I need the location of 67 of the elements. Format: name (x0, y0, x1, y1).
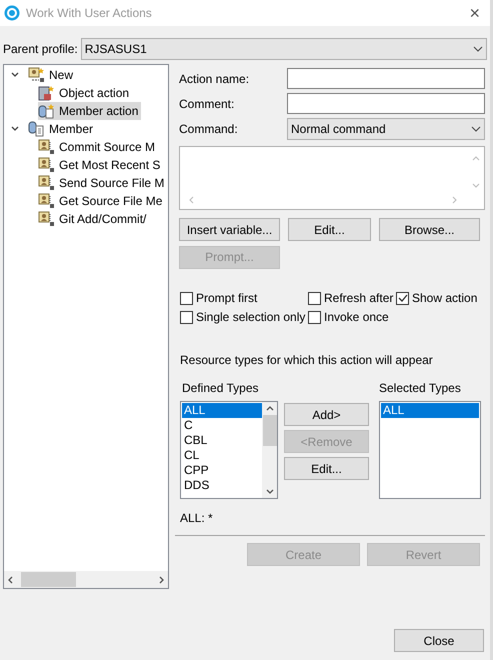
command-button[interactable]: Insert variable... (179, 218, 280, 241)
user-action-icon (38, 157, 56, 173)
horizontal-scrollbar[interactable] (4, 571, 168, 588)
user-action-icon (38, 193, 56, 209)
tree-item[interactable]: Git Add/Commit/ (38, 210, 150, 228)
type-button[interactable]: Edit... (284, 457, 369, 480)
list-item[interactable]: DDS (182, 478, 262, 493)
object-action-icon (38, 85, 56, 101)
list-item[interactable]: ALL (381, 403, 479, 418)
app-logo-icon (4, 5, 20, 21)
scrollbar-thumb[interactable] (262, 415, 276, 446)
scroll-left-icon (188, 196, 194, 204)
tree-item[interactable]: Member action (38, 102, 142, 120)
scroll-up-icon[interactable] (266, 405, 274, 411)
close-window-button[interactable]: × (469, 4, 480, 22)
list-heading: Selected Types (379, 380, 462, 397)
types-summary: ALL: * (180, 510, 214, 527)
member-action-icon (38, 103, 56, 119)
action-name-field[interactable] (287, 68, 485, 89)
tree-item[interactable]: Object action (38, 84, 132, 102)
scrollbar-thumb[interactable] (21, 572, 76, 587)
list-item[interactable]: CL (182, 448, 262, 463)
option-checkbox[interactable]: Single selection only (180, 308, 308, 326)
tree-item[interactable]: New (28, 66, 76, 84)
tree-item[interactable]: Get Most Recent S (38, 156, 164, 174)
field-label: Comment: (179, 96, 236, 112)
option-checkbox[interactable]: Invoke once (308, 308, 396, 326)
dropdown-caret-icon (471, 126, 481, 132)
type-button[interactable]: Add> (284, 403, 369, 426)
user-action-icon (38, 211, 56, 227)
scroll-right-icon (452, 196, 458, 204)
section-heading: Resource types for which this action will appear (180, 352, 434, 369)
member-icon (28, 121, 46, 137)
list-item[interactable]: CBL (182, 433, 262, 448)
command-text-area[interactable] (179, 146, 485, 210)
field-label: Action name: (179, 70, 250, 88)
checkmark-icon (398, 293, 408, 303)
tree-item[interactable]: Member (28, 120, 96, 138)
tree-item[interactable]: Get Source File Me (38, 192, 166, 210)
scroll-right-icon[interactable] (157, 576, 165, 584)
option-checkbox[interactable]: Show action (396, 289, 485, 307)
user-action-icon (38, 139, 56, 155)
list-item[interactable]: C (182, 418, 262, 433)
scroll-left-icon[interactable] (7, 576, 15, 584)
tree-item[interactable]: Commit Source M (38, 138, 158, 156)
user-action-icon (38, 175, 56, 191)
vertical-scrollbar[interactable] (262, 402, 277, 498)
field-label: Command: (179, 121, 239, 138)
option-checkbox[interactable]: Refresh after (308, 289, 396, 307)
dropdown-caret-icon (473, 46, 483, 52)
scroll-down-icon[interactable] (266, 489, 274, 495)
comment-field[interactable] (287, 93, 485, 114)
window-title: Work With User Actions (26, 5, 152, 22)
list-item[interactable]: ALL (182, 403, 262, 418)
command-type-dropdown[interactable]: Normal command (287, 118, 485, 140)
command-button[interactable]: Edit... (288, 218, 371, 241)
scroll-up-icon (472, 155, 480, 161)
command-button[interactable]: Browse... (379, 218, 480, 241)
list-item[interactable]: CPP (182, 463, 262, 478)
list-heading: Defined Types (182, 380, 260, 397)
scroll-down-icon (472, 183, 480, 189)
tree-item[interactable]: Send Source File M (38, 174, 168, 192)
option-checkbox[interactable]: Prompt first (180, 289, 308, 307)
field-label: Parent profile: (3, 41, 78, 58)
parent-profile-dropdown[interactable]: RJSASUS1 (80, 38, 487, 60)
close-button[interactable]: Close (394, 629, 484, 652)
user-action-folder-icon (28, 67, 46, 83)
